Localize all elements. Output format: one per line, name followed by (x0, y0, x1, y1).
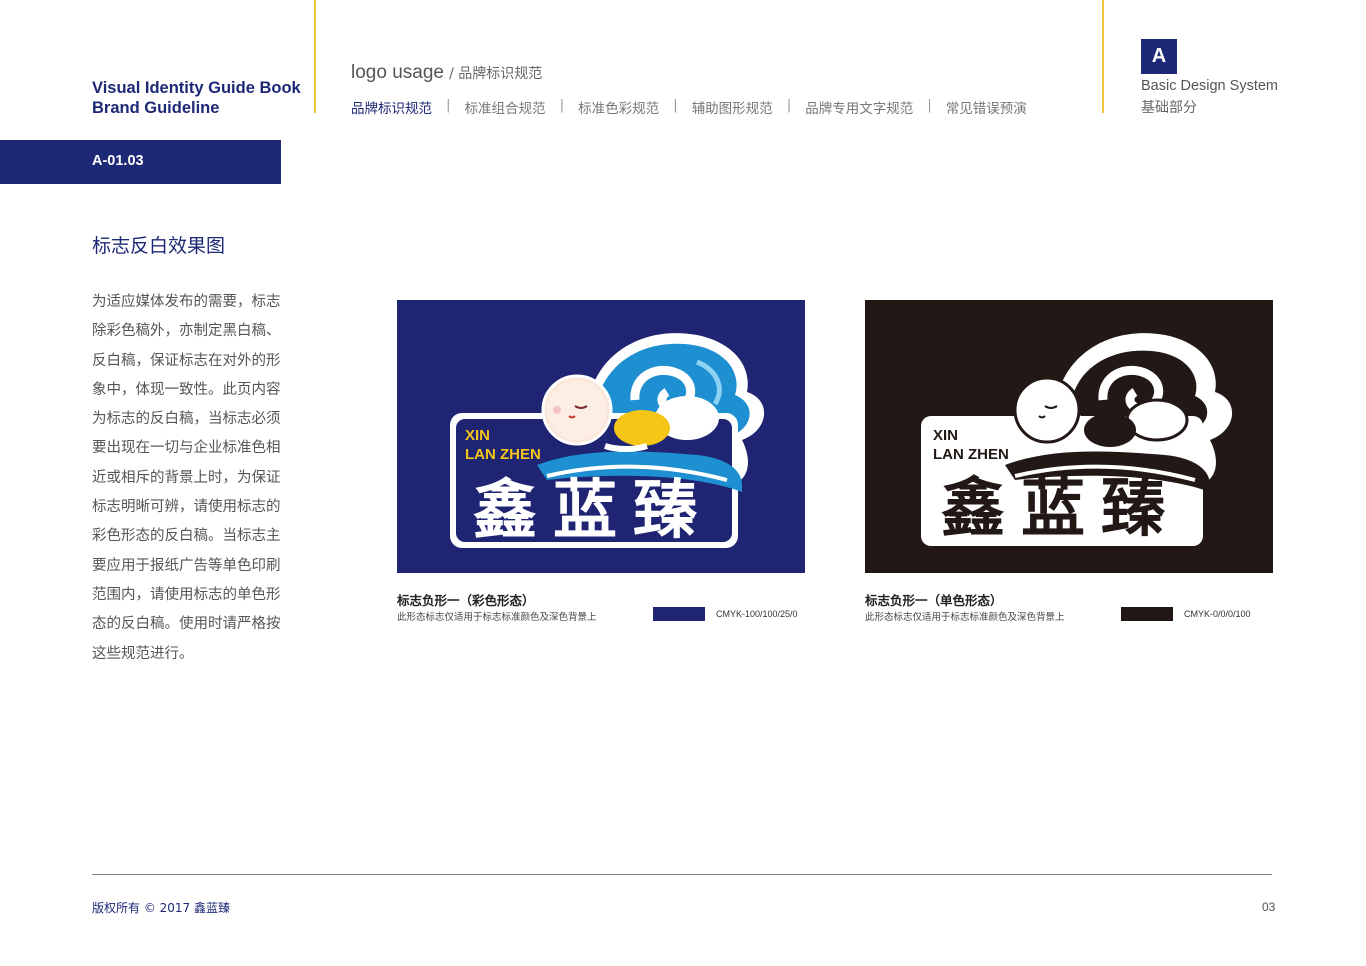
guide-title-line1: Visual Identity Guide Book (92, 79, 301, 97)
color-swatch-black (1121, 607, 1173, 621)
logo-pinyin-line1: XIN (465, 427, 490, 444)
page-heading: 标志反白效果图 (92, 235, 226, 257)
footer-divider (92, 874, 1272, 875)
logo-panel-color: XIN LAN ZHEN 鑫蓝臻 (397, 300, 805, 573)
header-divider-right (1102, 0, 1104, 113)
nav-item-brand-logo[interactable]: 品牌标识规范 (351, 97, 432, 117)
page-code: A-01.03 (92, 153, 144, 169)
variant-title-mono: 标志负形一（单色形态） (865, 593, 1003, 608)
nav-item-brand-typeface[interactable]: 品牌专用文字规范 (805, 97, 913, 117)
section-nav: 品牌标识规范 | 标准组合规范 | 标准色彩规范 | 辅助图形规范 | 品牌专用… (351, 97, 1027, 117)
header-divider-left (314, 0, 316, 113)
cmyk-value-mono: CMYK-0/0/0/100 (1184, 609, 1251, 619)
variant-note-mono: 此形态标志仅适用于标志标准颜色及深色背景上 (865, 612, 1065, 623)
variant-title-color: 标志负形一（彩色形态） (397, 593, 535, 608)
guide-title: Visual Identity Guide Book Brand Guideli… (92, 78, 301, 118)
brand-logo-mono: XIN LAN ZHEN 鑫蓝臻 (921, 333, 1233, 546)
copyright-text: 版权所有 © 2017 鑫蓝臻 (92, 901, 230, 915)
color-swatch-navy (653, 607, 705, 621)
section-title-en: Basic Design System (1141, 78, 1278, 94)
usage-title-en: logo usage (351, 62, 444, 83)
usage-title: logo usage / 品牌标识规范 (351, 62, 542, 84)
logo-pinyin-line1: XIN (933, 427, 958, 444)
nav-separator: | (559, 97, 565, 113)
logo-chinese-name: 鑫蓝臻 (473, 474, 713, 548)
nav-item-common-errors[interactable]: 常见错误预演 (946, 97, 1027, 117)
logo-chinese-name: 鑫蓝臻 (941, 472, 1181, 546)
nav-item-standard-combination[interactable]: 标准组合规范 (465, 97, 546, 117)
description-text: 为适应媒体发布的需要，标志除彩色稿外，亦制定黑白稿、反白稿，保证标志在对外的形象… (92, 294, 281, 662)
usage-title-cn: / 品牌标识规范 (449, 66, 543, 82)
logo-pinyin-line2: LAN ZHEN (933, 446, 1009, 463)
logo-panel-mono: XIN LAN ZHEN 鑫蓝臻 (865, 300, 1273, 573)
logo-pinyin-line2: LAN ZHEN (465, 446, 541, 463)
variant-note-color: 此形态标志仅适用于标志标准颜色及深色背景上 (397, 612, 597, 623)
section-letter-badge: A (1141, 39, 1177, 74)
nav-separator: | (673, 97, 678, 113)
guide-title-line2: Brand Guideline (92, 99, 220, 117)
section-title-cn: 基础部分 (1141, 100, 1197, 116)
nav-separator: | (446, 97, 451, 113)
brand-logo-color: XIN LAN ZHEN 鑫蓝臻 (450, 333, 765, 548)
cmyk-value-color: CMYK-100/100/25/0 (716, 609, 798, 619)
nav-item-auxiliary-graphics[interactable]: 辅助图形规范 (692, 97, 773, 117)
nav-separator: | (927, 97, 932, 113)
nav-separator: | (786, 97, 792, 113)
nav-item-standard-color[interactable]: 标准色彩规范 (578, 97, 659, 117)
page-number: 03 (1262, 900, 1276, 914)
